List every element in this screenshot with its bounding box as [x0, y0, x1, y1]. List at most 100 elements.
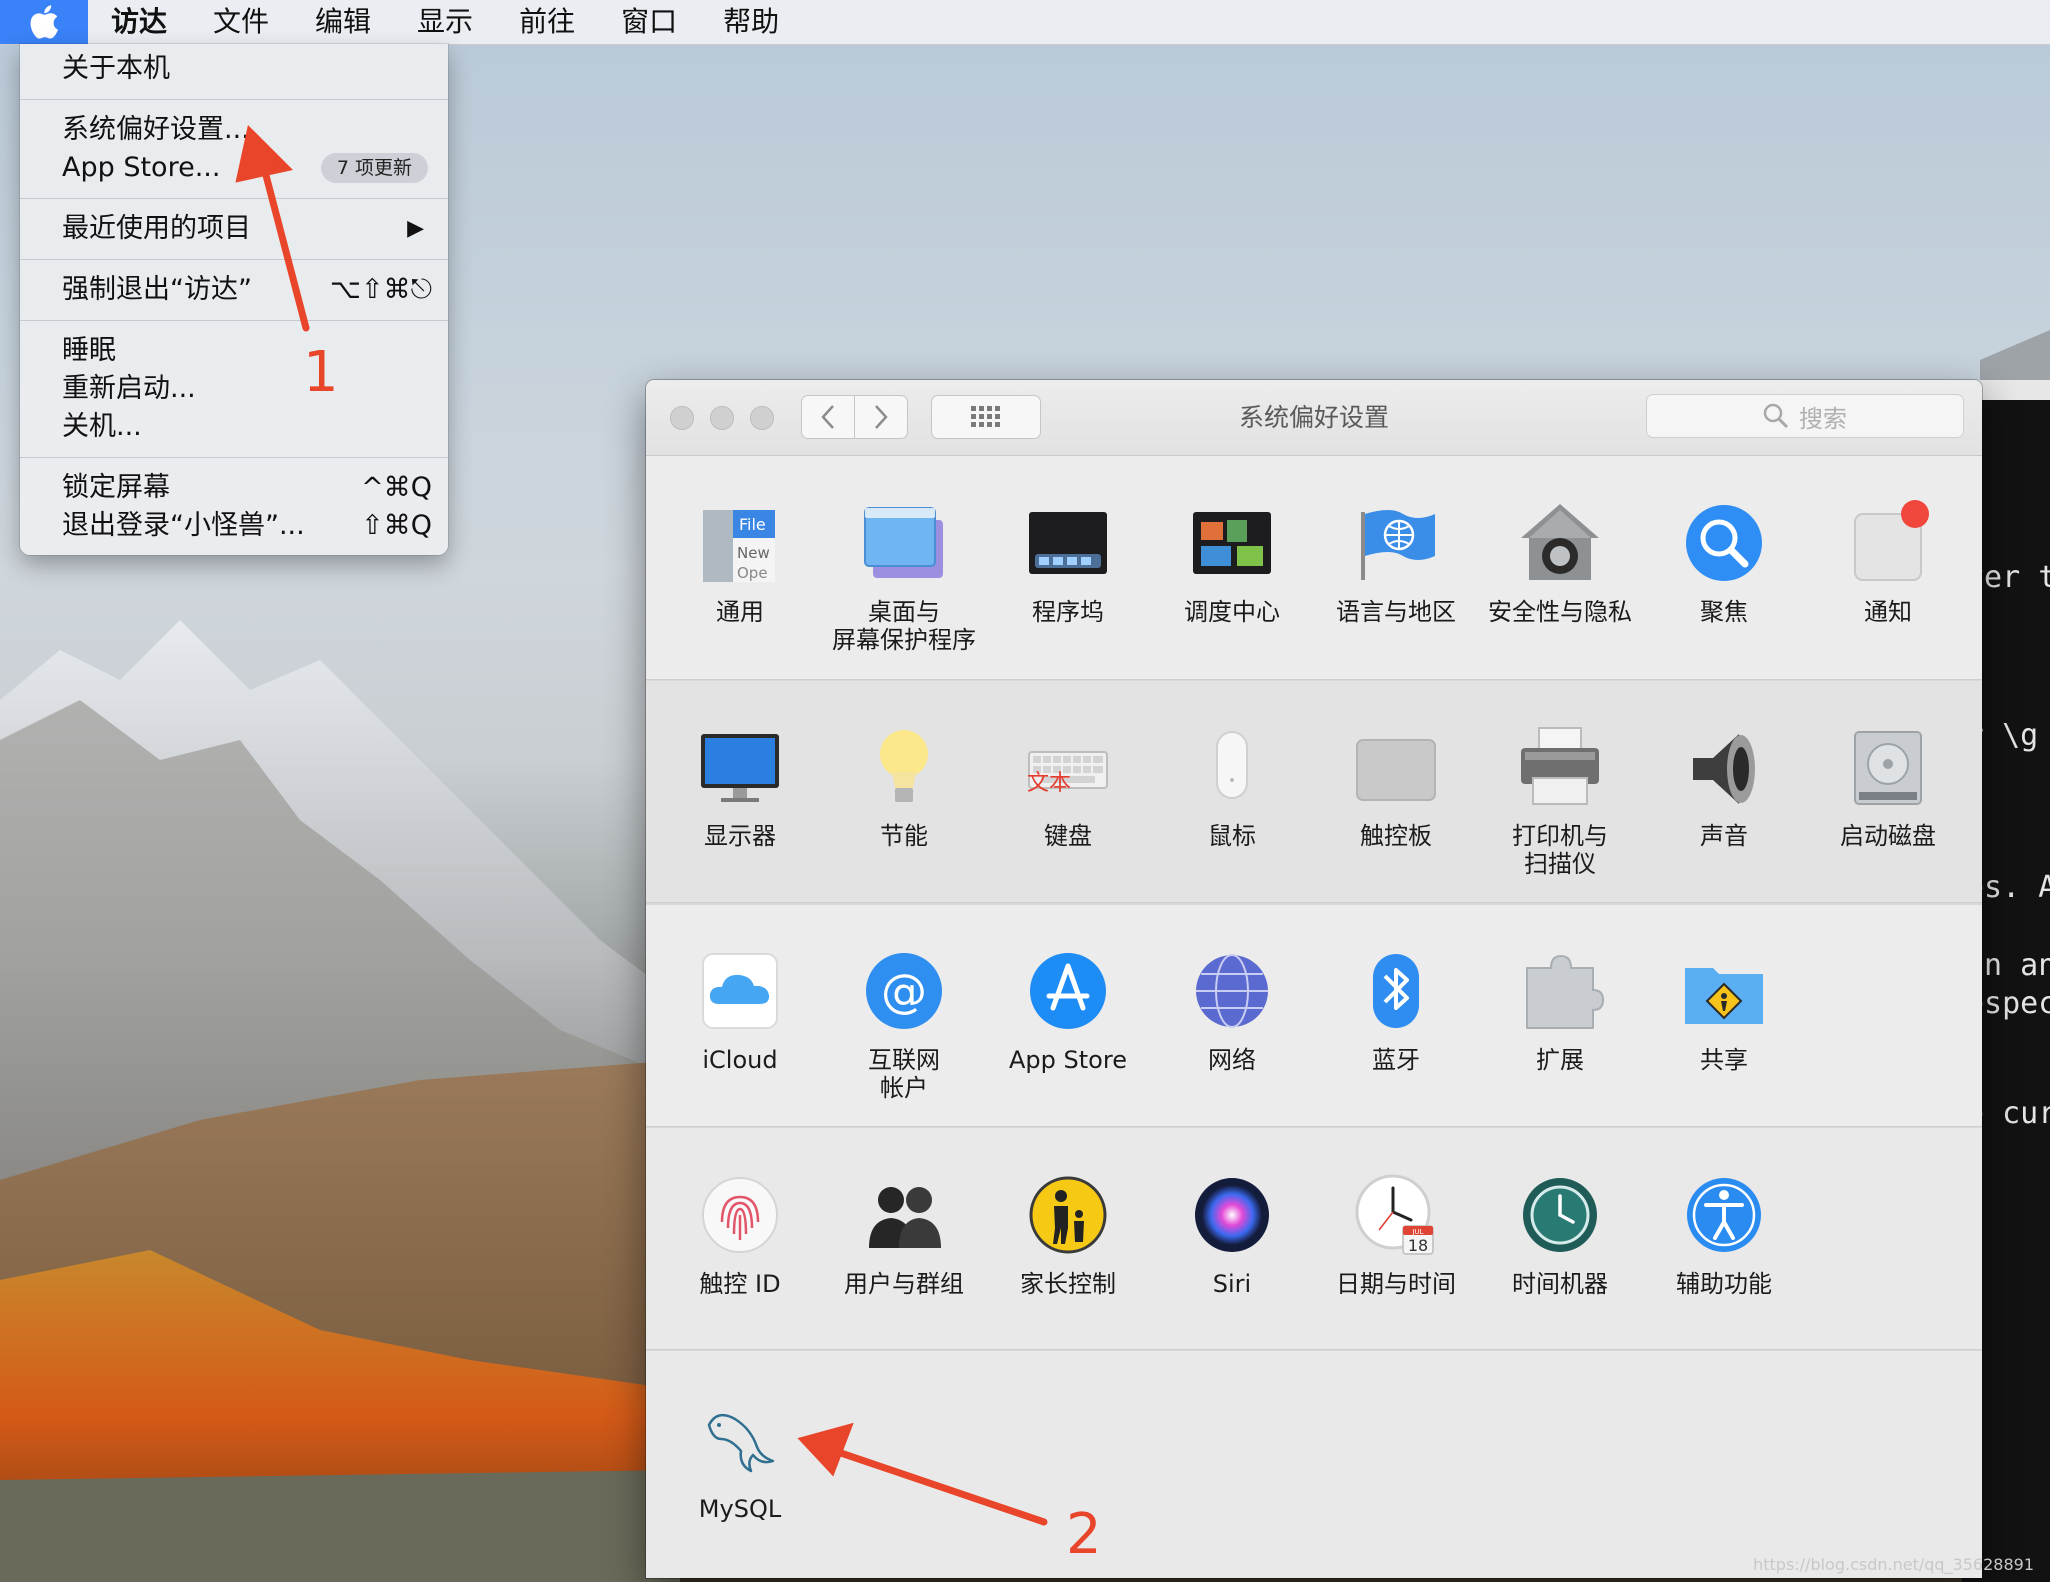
pane-label: 安全性与隐私	[1488, 598, 1632, 626]
pane-label: 节能	[880, 822, 928, 850]
pane-mouse[interactable]: 鼠标	[1150, 722, 1314, 850]
internet-accounts-icon: @	[866, 953, 942, 1029]
spotlight-icon	[1686, 505, 1762, 581]
pane-startup-disk[interactable]: 启动磁盘	[1806, 722, 1970, 850]
pane-keyboard[interactable]: 文本 键盘	[986, 722, 1150, 850]
pane-trackpad[interactable]: 触控板	[1314, 722, 1478, 850]
menu-finder[interactable]: 访达	[88, 0, 190, 44]
pane-extensions[interactable]: 扩展	[1478, 946, 1642, 1074]
menu-separator	[20, 457, 448, 458]
menu-window[interactable]: 窗口	[598, 0, 700, 44]
pane-displays[interactable]: 显示器	[658, 722, 822, 850]
icloud-icon	[702, 953, 778, 1029]
menu-item-recent-items[interactable]: 最近使用的项目 ▶	[20, 210, 448, 248]
menu-item-label: 关于本机	[62, 53, 170, 84]
menu-item-label: 重新启动...	[62, 373, 196, 404]
pane-dock[interactable]: 程序坞	[986, 498, 1150, 626]
apple-menu-button[interactable]	[0, 0, 88, 44]
pane-users-groups[interactable]: 用户与群组	[822, 1170, 986, 1298]
pane-label: 调度中心	[1184, 598, 1280, 626]
svg-text:文本: 文本	[1027, 771, 1071, 796]
printers-scanners-icon	[1521, 727, 1599, 805]
pane-accessibility[interactable]: 辅助功能	[1642, 1170, 1806, 1298]
menu-item-logout[interactable]: 退出登录“小怪兽”... ⇧⌘Q	[20, 507, 448, 545]
menu-help[interactable]: 帮助	[700, 0, 802, 44]
displays-icon	[701, 734, 779, 802]
pane-label: 声音	[1700, 822, 1748, 850]
pane-label: 打印机与 扫描仪	[1512, 822, 1608, 878]
menu-item-restart[interactable]: 重新启动...	[20, 370, 448, 408]
energy-saver-icon	[880, 730, 928, 802]
pane-mission-control[interactable]: 调度中心	[1150, 498, 1314, 626]
pane-app-store[interactable]: App Store	[986, 946, 1150, 1074]
pane-siri[interactable]: Siri	[1150, 1170, 1314, 1298]
svg-text:18: 18	[1408, 1236, 1428, 1255]
siri-icon	[1195, 1178, 1269, 1252]
menu-go[interactable]: 前往	[496, 0, 598, 44]
menu-item-label: 系统偏好设置...	[62, 114, 250, 145]
menu-item-label: 关机...	[62, 411, 142, 442]
search-icon	[1763, 403, 1789, 429]
pane-label: 显示器	[704, 822, 776, 850]
pane-touch-id[interactable]: 触控 ID	[658, 1170, 822, 1298]
search-placeholder: 搜索	[1799, 404, 1847, 433]
pane-date-time[interactable]: JUL 18 日期与时间	[1314, 1170, 1478, 1298]
menu-item-lock-screen[interactable]: 锁定屏幕 ^⌘Q	[20, 469, 448, 507]
menu-item-app-store[interactable]: App Store... 7 项更新	[20, 149, 448, 187]
pane-time-machine[interactable]: 时间机器	[1478, 1170, 1642, 1298]
pane-desktop-screensaver[interactable]: 桌面与 屏幕保护程序	[822, 498, 986, 654]
pane-notifications[interactable]: 通知	[1806, 498, 1970, 626]
mission-control-icon	[1193, 512, 1271, 574]
pane-energy-saver[interactable]: 节能	[822, 722, 986, 850]
pane-sound[interactable]: 声音	[1642, 722, 1806, 850]
pane-parental-controls[interactable]: 家长控制	[986, 1170, 1150, 1298]
notifications-icon	[1854, 500, 1929, 581]
svg-text:Ope: Ope	[737, 564, 768, 582]
menu-item-label: App Store...	[62, 152, 221, 183]
search-field[interactable]: 搜索	[1646, 394, 1964, 438]
desktop-screensaver-icon	[864, 507, 943, 578]
annotation-label-1: 1	[303, 340, 339, 405]
menu-item-about[interactable]: 关于本机	[20, 50, 448, 88]
parental-controls-icon	[1029, 1176, 1107, 1254]
mouse-icon	[1216, 731, 1248, 799]
menu-view[interactable]: 显示	[394, 0, 496, 44]
pane-spotlight[interactable]: 聚焦	[1642, 498, 1806, 626]
pane-label: 聚焦	[1700, 598, 1748, 626]
menu-item-shutdown[interactable]: 关机...	[20, 408, 448, 446]
menu-separator	[20, 198, 448, 199]
pane-icloud[interactable]: iCloud	[658, 946, 822, 1074]
svg-text:@: @	[881, 964, 927, 1018]
app-store-icon	[1030, 953, 1106, 1029]
window-titlebar: 系统偏好设置 搜索	[646, 380, 1982, 456]
pane-language-region[interactable]: 语言与地区	[1314, 498, 1478, 626]
pane-security-privacy[interactable]: 安全性与隐私	[1478, 498, 1642, 626]
pane-label: 语言与地区	[1336, 598, 1456, 626]
menu-file[interactable]: 文件	[190, 0, 292, 44]
pane-mysql[interactable]: MySQL	[658, 1395, 822, 1523]
menu-separator	[20, 259, 448, 260]
pane-sharing[interactable]: 共享	[1642, 946, 1806, 1074]
pane-label: Siri	[1212, 1270, 1252, 1298]
pane-general[interactable]: File New Ope 通用	[658, 498, 822, 626]
pane-label: 桌面与 屏幕保护程序	[832, 598, 976, 654]
menu-item-system-preferences[interactable]: 系统偏好设置...	[20, 111, 448, 149]
shortcut-label: ⌥⇧⌘⎋	[329, 274, 432, 305]
shortcut-label: ^⌘Q	[361, 472, 432, 503]
pane-label: 时间机器	[1512, 1270, 1608, 1298]
menu-item-force-quit[interactable]: 强制退出“访达” ⌥⇧⌘⎋	[20, 271, 448, 309]
section-divider	[646, 902, 1982, 905]
pane-internet-accounts[interactable]: @ 互联网 帐户	[822, 946, 986, 1102]
pane-printers-scanners[interactable]: 打印机与 扫描仪	[1478, 722, 1642, 878]
watermark: https://blog.csdn.net/qq_35628891	[1753, 1555, 2034, 1574]
pane-label: iCloud	[702, 1046, 778, 1074]
pane-label: 鼠标	[1208, 822, 1256, 850]
pane-label: 键盘	[1044, 822, 1092, 850]
pane-network[interactable]: 网络	[1150, 946, 1314, 1074]
pane-label: 用户与群组	[844, 1270, 964, 1298]
bluetooth-icon	[1373, 954, 1419, 1028]
menu-item-sleep[interactable]: 睡眠	[20, 332, 448, 370]
pane-label: 日期与时间	[1336, 1270, 1456, 1298]
menu-edit[interactable]: 编辑	[292, 0, 394, 44]
pane-bluetooth[interactable]: 蓝牙	[1314, 946, 1478, 1074]
